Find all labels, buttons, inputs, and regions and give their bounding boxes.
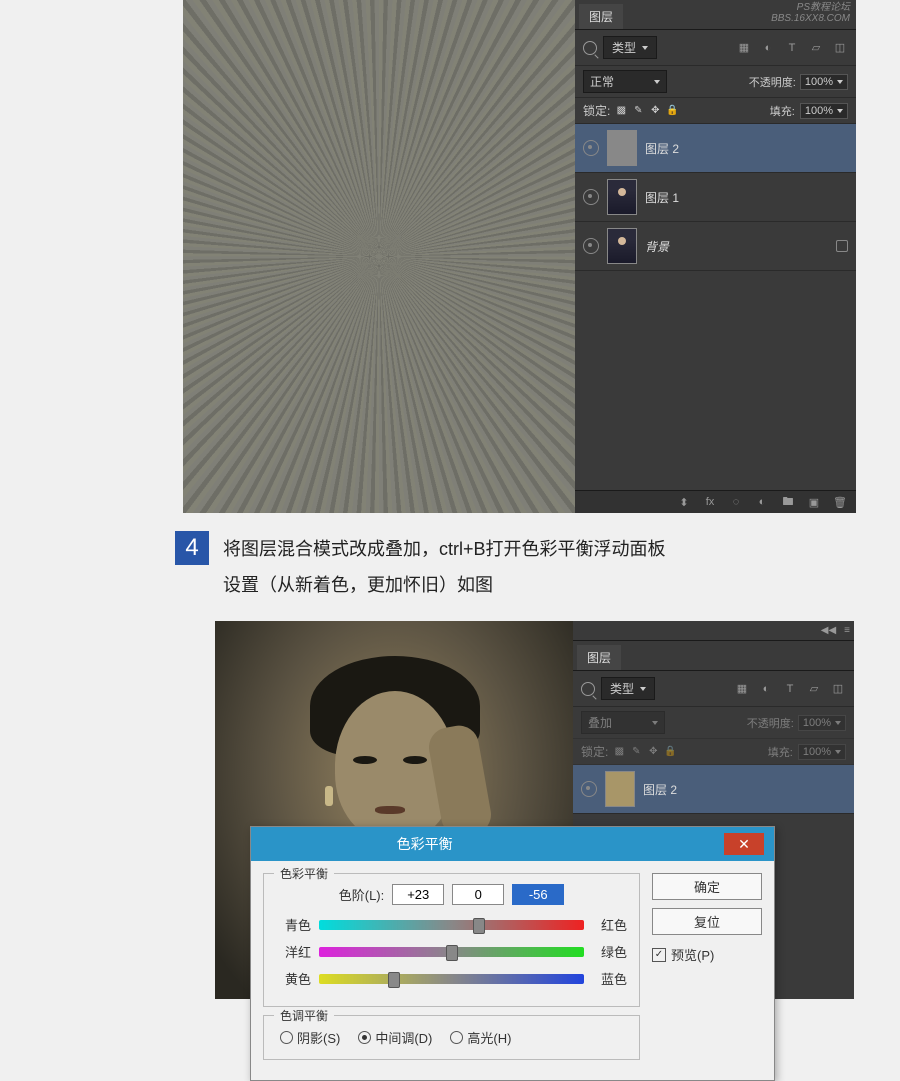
visibility-icon[interactable]: [581, 781, 597, 797]
filter-adjust-icon[interactable]: ◐: [760, 41, 776, 55]
fill-label: 填充:: [768, 744, 793, 760]
tab-layers[interactable]: 图层: [577, 645, 621, 670]
menu-icon[interactable]: ≡: [844, 625, 850, 636]
noise-canvas: [183, 0, 575, 513]
trash-icon[interactable]: 🗑: [832, 495, 848, 509]
radio-midtones[interactable]: 中间调(D): [358, 1028, 432, 1047]
link-icon[interactable]: ⬍: [676, 495, 692, 509]
filter-type-icon[interactable]: T: [782, 682, 798, 696]
dialog-title: 色彩平衡: [397, 834, 453, 854]
opacity-input[interactable]: 100%: [798, 715, 846, 731]
search-icon[interactable]: [583, 41, 597, 55]
reset-button[interactable]: 复位: [652, 908, 762, 935]
folder-icon[interactable]: 🖿: [780, 495, 796, 509]
tab-layers[interactable]: 图层: [579, 4, 623, 29]
filter-adjust-icon[interactable]: ◐: [758, 682, 774, 696]
lock-icon: [836, 240, 848, 252]
opacity-input[interactable]: 100%: [800, 74, 848, 90]
cyan-red-slider[interactable]: [319, 920, 584, 930]
opacity-label: 不透明度:: [747, 715, 794, 731]
visibility-icon[interactable]: [583, 140, 599, 156]
blue-label: 蓝色: [592, 969, 627, 988]
collapse-icon[interactable]: ◀◀: [821, 625, 836, 636]
radio-highlights[interactable]: 高光(H): [450, 1028, 511, 1047]
visibility-icon[interactable]: [583, 238, 599, 254]
layer-name[interactable]: 图层 2: [643, 781, 677, 798]
magenta-label: 洋红: [276, 942, 311, 961]
layer-row[interactable]: 图层 2: [575, 124, 856, 173]
cyan-label: 青色: [276, 915, 311, 934]
step-text: 将图层混合模式改成叠加，ctrl+B打开色彩平衡浮动面板 设置（从新着色，更加怀…: [223, 531, 666, 603]
radio-shadows[interactable]: 阴影(S): [280, 1028, 340, 1047]
layer-thumbnail[interactable]: [607, 228, 637, 264]
lock-transparent-icon[interactable]: ▩: [615, 105, 627, 117]
red-label: 红色: [592, 915, 627, 934]
lock-paint-icon[interactable]: ✎: [630, 746, 642, 758]
lock-position-icon[interactable]: ✥: [649, 105, 661, 117]
blend-mode-dropdown[interactable]: 叠加: [581, 711, 665, 734]
fill-input[interactable]: 100%: [798, 744, 846, 760]
watermark: PS教程论坛BBS.16XX8.COM: [771, 2, 850, 24]
filter-pixel-icon[interactable]: ▦: [734, 682, 750, 696]
yellow-label: 黄色: [276, 969, 311, 988]
fill-input[interactable]: 100%: [800, 103, 848, 119]
search-icon[interactable]: [581, 682, 595, 696]
layer-name[interactable]: 背景: [645, 238, 669, 255]
lock-paint-icon[interactable]: ✎: [632, 105, 644, 117]
filter-smart-icon[interactable]: ◫: [830, 682, 846, 696]
step-number: 4: [175, 531, 209, 565]
layers-panel-1: PS教程论坛BBS.16XX8.COM 图层 类型 ▦ ◐ T ▱ ◫ 正常 不…: [575, 0, 856, 513]
filter-shape-icon[interactable]: ▱: [808, 41, 824, 55]
filter-shape-icon[interactable]: ▱: [806, 682, 822, 696]
fieldset-label: 色彩平衡: [274, 865, 334, 882]
level-label: 色阶(L):: [339, 885, 385, 904]
lock-position-icon[interactable]: ✥: [647, 746, 659, 758]
opacity-label: 不透明度:: [749, 74, 796, 90]
lock-all-icon[interactable]: 🔒: [664, 746, 676, 758]
adjustment-icon[interactable]: ◐: [754, 495, 770, 509]
filter-pixel-icon[interactable]: ▦: [736, 41, 752, 55]
fill-label: 填充:: [770, 103, 795, 119]
fx-icon[interactable]: fx: [702, 495, 718, 509]
ok-button[interactable]: 确定: [652, 873, 762, 900]
lock-all-icon[interactable]: 🔒: [666, 105, 678, 117]
layer-thumbnail[interactable]: [607, 130, 637, 166]
color-balance-dialog: 色彩平衡 ✕ 色彩平衡 色阶(L): 青色: [250, 826, 775, 1081]
layer-thumbnail[interactable]: [605, 771, 635, 807]
layer-name[interactable]: 图层 1: [645, 189, 679, 206]
level-yellow-blue-input[interactable]: [512, 884, 564, 905]
fieldset-label: 色调平衡: [274, 1007, 334, 1024]
green-label: 绿色: [592, 942, 627, 961]
filter-smart-icon[interactable]: ◫: [832, 41, 848, 55]
new-layer-icon[interactable]: ▣: [806, 495, 822, 509]
lock-label: 锁定:: [583, 102, 610, 119]
level-magenta-green-input[interactable]: [452, 884, 504, 905]
close-button[interactable]: ✕: [724, 833, 764, 855]
preview-checkbox[interactable]: ✓预览(P): [652, 945, 762, 964]
filter-type-dropdown[interactable]: 类型: [601, 677, 655, 700]
layer-thumbnail[interactable]: [607, 179, 637, 215]
filter-type-dropdown[interactable]: 类型: [603, 36, 657, 59]
lock-label: 锁定:: [581, 743, 608, 760]
mask-icon[interactable]: ◌: [728, 495, 744, 509]
layer-row[interactable]: 图层 2: [573, 765, 854, 814]
layer-row[interactable]: 图层 1: [575, 173, 856, 222]
visibility-icon[interactable]: [583, 189, 599, 205]
filter-type-icon[interactable]: T: [784, 41, 800, 55]
lock-transparent-icon[interactable]: ▩: [613, 746, 625, 758]
layer-name[interactable]: 图层 2: [645, 140, 679, 157]
yellow-blue-slider[interactable]: [319, 974, 584, 984]
blend-mode-dropdown[interactable]: 正常: [583, 70, 667, 93]
level-cyan-red-input[interactable]: [392, 884, 444, 905]
magenta-green-slider[interactable]: [319, 947, 584, 957]
layer-row[interactable]: 背景: [575, 222, 856, 271]
